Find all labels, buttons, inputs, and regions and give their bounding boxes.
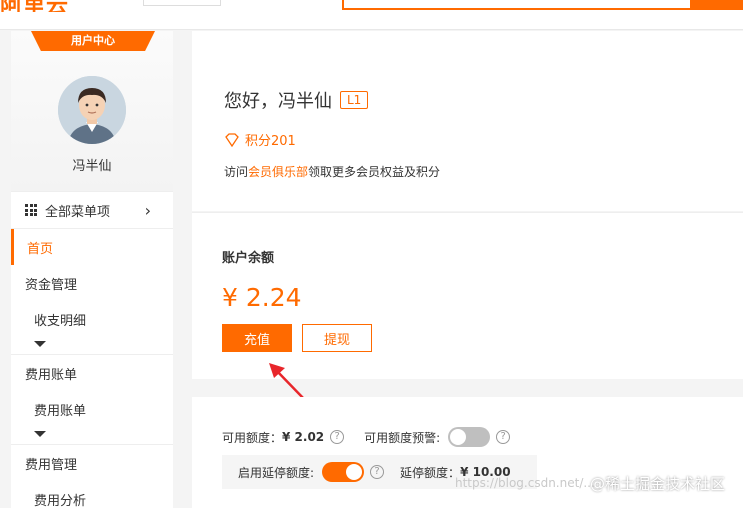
available-value: ¥ 2.02 xyxy=(282,430,325,444)
sidebar-item-billing-sub[interactable]: 费用账单 xyxy=(11,391,173,427)
grid-icon xyxy=(25,204,37,216)
greeting-text: 您好，冯半仙 xyxy=(224,91,332,112)
sidebar-item-cost-management[interactable]: 费用管理 xyxy=(11,445,173,481)
balance-title: 账户余额 xyxy=(222,251,275,266)
deferral-label: 启用延停额度: xyxy=(238,465,315,480)
welcome-card: 您好，冯半仙 L1 积分201 访问会员俱乐部领取更多会员权益及积分 xyxy=(192,31,743,211)
username: 冯半仙 xyxy=(72,159,112,174)
warning-toggle[interactable] xyxy=(448,427,491,447)
sidebar-item-cost-analysis[interactable]: 费用分析 xyxy=(11,481,173,508)
help-icon[interactable]: ? xyxy=(496,430,511,444)
sidebar-item-fund-management[interactable]: 资金管理 xyxy=(11,265,173,301)
caret-down-icon xyxy=(34,341,46,347)
points[interactable]: 积分201 xyxy=(224,130,296,149)
logo[interactable]: 阿里云 xyxy=(0,0,69,12)
greeting: 您好，冯半仙 L1 xyxy=(224,87,369,113)
toggle-knob xyxy=(346,464,363,480)
club-suffix: 领取更多会员权益及积分 xyxy=(308,165,441,179)
warning-label: 可用额度预警: xyxy=(364,430,441,445)
sidebar-item-billing[interactable]: 费用账单 xyxy=(11,355,173,391)
top-bar: 阿里云 xyxy=(0,0,743,30)
all-menu-button[interactable]: 全部菜单项 › xyxy=(11,191,173,229)
balance-card: 账户余额 ¥ 2.24 充值 提现 xyxy=(192,212,743,379)
club-link[interactable]: 会员俱乐部 xyxy=(248,165,308,179)
avatar[interactable] xyxy=(58,76,126,144)
expand-toggle[interactable] xyxy=(11,337,173,355)
caret-down-icon xyxy=(34,431,46,437)
watermark-brand: @稀土掘金技术社区 xyxy=(590,475,726,493)
expand-toggle[interactable] xyxy=(11,427,173,445)
watermark-url: https://blog.csdn.net/... xyxy=(455,476,595,490)
credit-row: 可用额度： ¥ 2.02 ? 可用额度预警: ? xyxy=(222,427,511,447)
withdraw-button[interactable]: 提现 xyxy=(302,324,372,352)
search-button[interactable] xyxy=(690,0,743,10)
help-icon[interactable]: ? xyxy=(330,430,345,444)
diamond-icon xyxy=(225,132,239,147)
recharge-button[interactable]: 充值 xyxy=(222,324,292,352)
deferral-amount-label: 延停额度： xyxy=(400,465,461,480)
balance-amount: ¥ 2.24 xyxy=(222,283,302,312)
profile-card: 用户中心 冯半仙 xyxy=(11,31,173,191)
top-tab[interactable] xyxy=(143,0,221,6)
sidebar: 用户中心 冯半仙 全部菜单项 › 首页 资金管理 收支明细 费用账单 费用账单 … xyxy=(11,31,173,508)
club-prefix: 访问 xyxy=(224,165,249,179)
deferral-toggle[interactable] xyxy=(322,462,365,482)
points-label: 积分201 xyxy=(245,134,296,149)
club-line: 访问会员俱乐部领取更多会员权益及积分 xyxy=(224,163,440,180)
chevron-right-icon: › xyxy=(144,201,151,220)
level-badge[interactable]: L1 xyxy=(340,91,369,109)
sidebar-item-home[interactable]: 首页 xyxy=(11,229,173,265)
search-input[interactable] xyxy=(342,0,692,10)
sidebar-item-transactions[interactable]: 收支明细 xyxy=(11,301,173,337)
available-label: 可用额度： xyxy=(222,430,283,445)
user-center-banner: 用户中心 xyxy=(31,31,155,51)
avatar-icon xyxy=(58,76,126,144)
help-icon[interactable]: ? xyxy=(370,465,385,479)
toggle-knob xyxy=(450,429,467,445)
all-menu-label: 全部菜单项 xyxy=(45,204,111,220)
